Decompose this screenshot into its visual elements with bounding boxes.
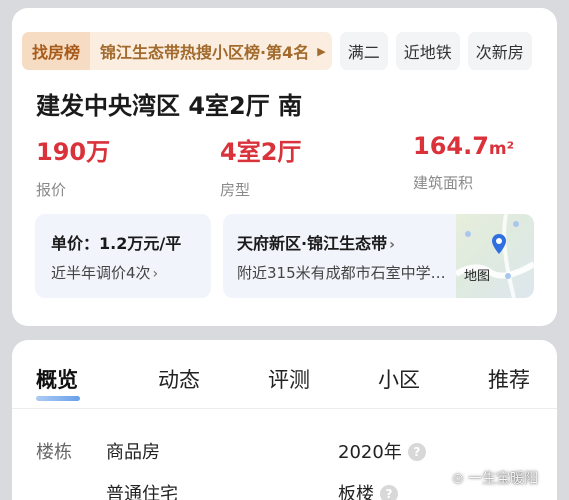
area-unit: m² bbox=[488, 139, 515, 159]
watermark: ⊙ 一生宝暖阳 bbox=[452, 471, 539, 487]
price-history-link[interactable]: 近半年调价4次 › bbox=[51, 262, 211, 283]
map-illustration bbox=[454, 214, 534, 298]
tab-recommend[interactable]: 推荐 bbox=[488, 364, 530, 394]
layout-stat: 4室2厅 房型 bbox=[220, 132, 301, 200]
location-nearby: 附近315米有成都市石室中学… bbox=[237, 264, 446, 282]
tab-community[interactable]: 小区 bbox=[378, 364, 420, 394]
rank-badge-text: 锦江生态带热搜小区榜·第4名 bbox=[100, 43, 310, 62]
area-value-wrap: 164.7m² bbox=[413, 132, 514, 160]
tab-updates[interactable]: 动态 bbox=[158, 364, 200, 394]
unit-price-text: 单价：1.2万元/平 bbox=[51, 234, 182, 253]
rank-badge-head: 找房榜 bbox=[22, 32, 91, 70]
unit-price-box[interactable]: 单价：1.2万元/平 近半年调价4次 › bbox=[35, 214, 211, 298]
detail-tabs: 概览 动态 评测 小区 推荐 bbox=[36, 364, 546, 404]
area-stat: 164.7m² 建筑面积 bbox=[413, 132, 514, 193]
info-residence-type: 普通住宅 bbox=[106, 484, 178, 500]
info-structure: 板楼? bbox=[338, 480, 398, 500]
tag-chip: 次新房 bbox=[467, 32, 532, 70]
help-icon[interactable]: ? bbox=[407, 443, 426, 461]
location-district-text: 天府新区·锦江生态带 bbox=[237, 234, 388, 253]
info-key-building: 楼栋 bbox=[36, 442, 72, 463]
tabs-divider bbox=[12, 408, 557, 409]
price-label: 报价 bbox=[36, 181, 67, 199]
listing-title: 建发中央湾区 4室2厅 南 bbox=[36, 92, 303, 120]
tab-overview[interactable]: 概览 bbox=[36, 364, 78, 394]
triangle-right-icon: ▶ bbox=[317, 44, 326, 58]
area-value: 164.7 bbox=[413, 132, 489, 160]
active-tab-indicator bbox=[36, 396, 80, 401]
price-stat: 190万 报价 bbox=[36, 132, 110, 200]
tag-chip: 满二 bbox=[339, 32, 388, 70]
price-value: 190万 bbox=[36, 138, 111, 166]
layout-label: 房型 bbox=[220, 181, 251, 199]
help-icon[interactable]: ? bbox=[380, 485, 398, 500]
tag-chip: 近地铁 bbox=[395, 32, 460, 70]
location-pin-icon bbox=[492, 234, 506, 254]
chevron-right-icon: › bbox=[389, 237, 395, 253]
price-history-text: 近半年调价4次 bbox=[51, 264, 151, 282]
location-box[interactable]: 天府新区·锦江生态带 › 附近315米有成都市石室中学… 地图 bbox=[223, 214, 534, 298]
info-build-year: 2020年? bbox=[338, 438, 426, 464]
tab-review[interactable]: 评测 bbox=[268, 364, 310, 394]
map-thumbnail[interactable]: 地图 bbox=[454, 214, 534, 298]
rank-badge[interactable]: 找房榜 锦江生态带热搜小区榜·第4名 ▶ bbox=[22, 32, 332, 70]
map-label: 地图 bbox=[464, 269, 491, 284]
info-property-type: 商品房 bbox=[106, 442, 160, 463]
area-label: 建筑面积 bbox=[413, 174, 474, 192]
layout-value: 4室2厅 bbox=[220, 138, 302, 166]
feature-tags: 找房榜 锦江生态带热搜小区榜·第4名 ▶ 满二 近地铁 次新房 bbox=[22, 32, 532, 70]
chevron-right-icon: › bbox=[152, 266, 159, 282]
location-text: 天府新区·锦江生态带 › 附近315米有成都市石室中学… bbox=[237, 230, 467, 283]
location-district: 天府新区·锦江生态带 › bbox=[237, 230, 467, 254]
